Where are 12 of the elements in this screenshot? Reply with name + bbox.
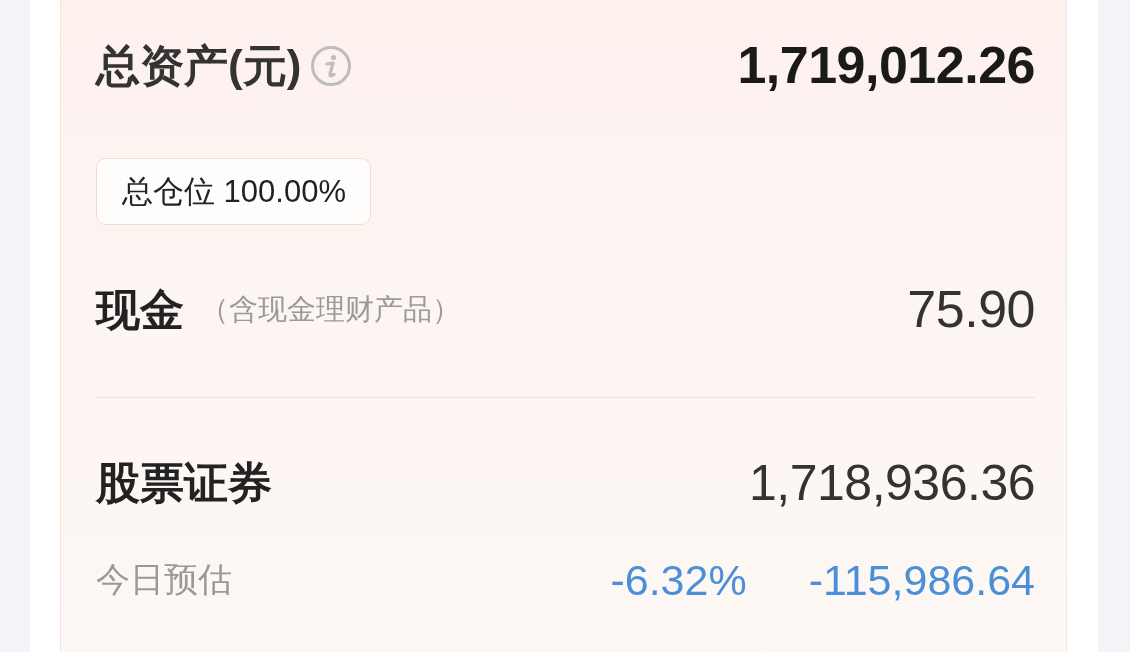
info-icon[interactable] xyxy=(311,46,352,86)
securities-label: 股票证券 xyxy=(96,456,272,509)
cash-label: 现金 xyxy=(96,283,184,336)
cash-value: 75.90 xyxy=(907,281,1035,339)
today-estimate-label: 今日预估 xyxy=(96,559,232,600)
today-change-amount: -115,986.64 xyxy=(808,555,1035,605)
total-assets-value: 1,719,012.26 xyxy=(737,37,1035,95)
total-assets-label: 总资产(元) xyxy=(96,39,302,92)
securities-value: 1,718,936.36 xyxy=(749,455,1035,511)
cash-note: （含现金理财产品） xyxy=(200,292,461,327)
position-tag: 总仓位 100.00% xyxy=(96,158,371,225)
today-change-percent: -6.32% xyxy=(610,555,747,605)
